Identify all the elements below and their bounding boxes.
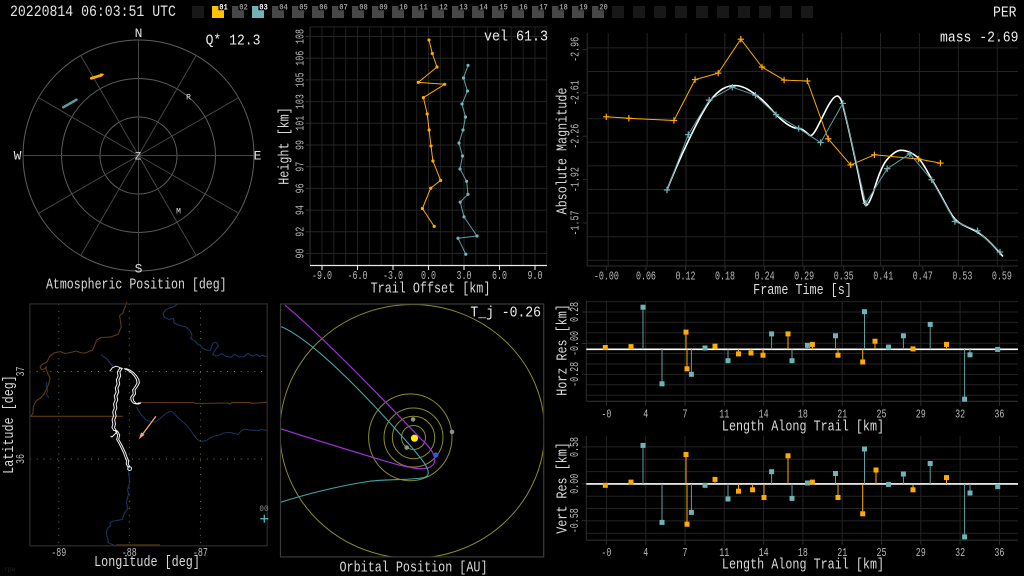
svg-text:03: 03 — [259, 3, 268, 12]
svg-text:0.47: 0.47 — [913, 270, 933, 284]
svg-text:-0.00: -0.00 — [594, 270, 619, 284]
svg-text:S: S — [135, 262, 143, 277]
svg-text:4: 4 — [643, 407, 648, 421]
svg-text:7: 7 — [683, 407, 688, 421]
svg-text:97: 97 — [294, 162, 308, 172]
svg-text:0.18: 0.18 — [715, 270, 735, 284]
svg-text:00: 00 — [259, 505, 268, 514]
svg-text:37: 37 — [14, 367, 28, 377]
svg-text:29: 29 — [916, 407, 926, 421]
svg-text:-9.0: -9.0 — [312, 269, 332, 283]
svg-text:17: 17 — [539, 3, 548, 12]
svg-text:-6.0: -6.0 — [348, 269, 368, 283]
svg-text:0.12: 0.12 — [676, 270, 696, 284]
svg-text:103: 103 — [294, 94, 308, 109]
svg-text:15: 15 — [499, 3, 508, 12]
svg-text:vel 61.3: vel 61.3 — [484, 28, 548, 45]
svg-text:101: 101 — [294, 116, 308, 131]
svg-text:Orbital Position [AU]: Orbital Position [AU] — [340, 560, 488, 576]
svg-text:0.53: 0.53 — [952, 270, 972, 284]
svg-text:20: 20 — [599, 3, 608, 12]
svg-text:Atmospheric Position [deg]: Atmospheric Position [deg] — [46, 278, 227, 294]
svg-text:99: 99 — [294, 140, 308, 150]
svg-text:18: 18 — [559, 3, 568, 12]
svg-text:Z: Z — [135, 152, 142, 164]
svg-text:Frame Time [s]: Frame Time [s] — [753, 283, 852, 299]
svg-text:Absolute Magnitude: Absolute Magnitude — [556, 88, 572, 215]
svg-text:36: 36 — [994, 407, 1004, 421]
svg-text:06: 06 — [319, 3, 328, 12]
svg-text:Vert Res [km]: Vert Res [km] — [556, 442, 572, 534]
svg-text:-0: -0 — [601, 407, 611, 421]
svg-text:96: 96 — [294, 183, 308, 193]
svg-text:11: 11 — [419, 3, 428, 12]
svg-text:Latitude [deg]: Latitude [deg] — [2, 375, 18, 474]
svg-text:4: 4 — [643, 546, 648, 560]
svg-text:09: 09 — [379, 3, 388, 12]
svg-text:0.06: 0.06 — [636, 270, 656, 284]
svg-text:mass -2.69: mass -2.69 — [940, 30, 1019, 47]
svg-text:Length Along Trail [km]: Length Along Trail [km] — [722, 420, 884, 436]
svg-text:90: 90 — [294, 249, 308, 259]
svg-text:Length Along Trail [km]: Length Along Trail [km] — [722, 558, 884, 574]
svg-text:0.29: 0.29 — [794, 270, 814, 284]
svg-text:02: 02 — [239, 3, 248, 12]
svg-text:04: 04 — [279, 3, 288, 12]
svg-text:32: 32 — [955, 546, 965, 560]
svg-text:19: 19 — [579, 3, 588, 12]
svg-text:rpw: rpw — [4, 566, 16, 573]
svg-text:N: N — [135, 26, 143, 41]
svg-text:07: 07 — [339, 3, 348, 12]
svg-text:32: 32 — [955, 407, 965, 421]
svg-text:20220814 06:03:51 UTC: 20220814 06:03:51 UTC — [10, 3, 176, 21]
svg-text:0.59: 0.59 — [992, 270, 1012, 284]
svg-text:Trail Offset [km]: Trail Offset [km] — [371, 282, 491, 298]
svg-text:13: 13 — [459, 3, 468, 12]
svg-text:0.41: 0.41 — [873, 270, 893, 284]
svg-text:16: 16 — [519, 3, 528, 12]
svg-text:94: 94 — [294, 205, 308, 215]
svg-text:12: 12 — [439, 3, 448, 12]
svg-text:9.0: 9.0 — [527, 269, 542, 283]
svg-text:6.0: 6.0 — [492, 269, 507, 283]
svg-text:Height [km]: Height [km] — [278, 107, 294, 185]
svg-text:108: 108 — [294, 29, 308, 44]
svg-text:7: 7 — [683, 546, 688, 560]
svg-text:29: 29 — [916, 546, 926, 560]
svg-text:T_j -0.26: T_j -0.26 — [470, 305, 541, 322]
svg-text:10: 10 — [399, 3, 408, 12]
svg-text:-2.96: -2.96 — [569, 37, 583, 62]
svg-text:01: 01 — [219, 3, 228, 12]
svg-text:14: 14 — [479, 3, 488, 12]
svg-text:Q* 12.3: Q* 12.3 — [206, 33, 261, 50]
svg-text:Longitude [deg]: Longitude [deg] — [94, 555, 200, 571]
svg-text:R: R — [186, 94, 191, 103]
svg-text:M: M — [176, 208, 181, 217]
svg-text:106: 106 — [294, 51, 308, 66]
svg-text:0.35: 0.35 — [834, 270, 854, 284]
svg-text:-0: -0 — [601, 546, 611, 560]
svg-text:08: 08 — [359, 3, 368, 12]
svg-text:92: 92 — [294, 227, 308, 237]
svg-text:E: E — [254, 149, 262, 164]
svg-text:05: 05 — [299, 3, 308, 12]
svg-text:36: 36 — [994, 546, 1004, 560]
svg-text:105: 105 — [294, 72, 308, 87]
svg-text:Horz Res [km]: Horz Res [km] — [556, 304, 572, 396]
svg-text:W: W — [14, 149, 22, 164]
svg-text:0.24: 0.24 — [755, 270, 775, 284]
svg-text:-89: -89 — [51, 546, 66, 560]
svg-text:PER: PER — [993, 4, 1017, 21]
